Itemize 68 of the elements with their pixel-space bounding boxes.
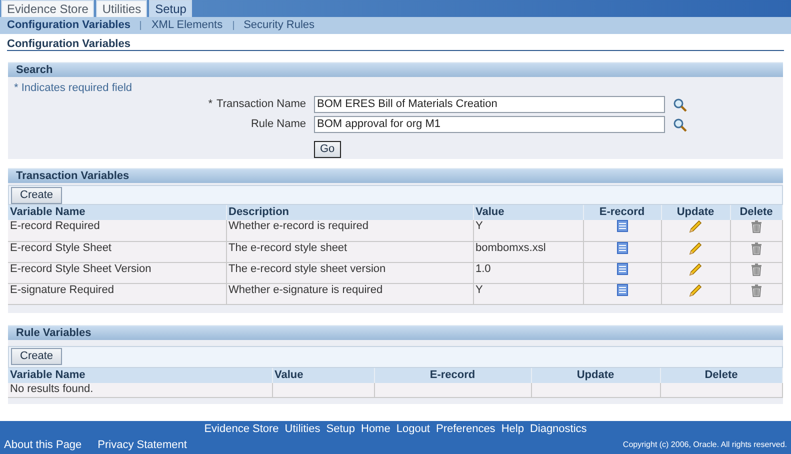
trash-icon[interactable] [750, 262, 762, 276]
footer-link[interactable]: Help [501, 421, 524, 438]
required-note: * Indicates required field [13, 82, 134, 95]
trash-icon[interactable] [750, 242, 762, 254]
pencil-icon[interactable] [689, 262, 702, 276]
document-icon[interactable] [616, 242, 628, 254]
create-button[interactable]: Create [11, 348, 62, 365]
text-field[interactable]: BOM approval for org M1 [314, 116, 665, 133]
table-cell: 1.0 [473, 262, 583, 283]
field-label: Transaction Name [216, 97, 306, 112]
table-cell: E-record Style Sheet Version [8, 262, 226, 283]
create-button[interactable]: Create [11, 186, 62, 204]
column-header: Delete [730, 205, 782, 220]
table-cell: Whether e-signature is required [226, 283, 473, 304]
tab[interactable]: Setup [149, 0, 192, 17]
table-cell: E-record Style Sheet [8, 241, 226, 262]
tab[interactable]: Utilities [96, 0, 148, 17]
table-cell: E-signature Required [8, 283, 226, 304]
column-header: Update [661, 205, 730, 220]
section-header: Rule Variables [8, 324, 783, 340]
table-cell: Y [473, 283, 583, 304]
subtab[interactable]: Configuration Variables [7, 17, 130, 34]
footer-link[interactable]: Preferences [436, 421, 496, 438]
document-icon[interactable] [616, 284, 628, 296]
column-header: Variable Name [8, 368, 272, 382]
table-cell: bombomxs.xsl [473, 241, 583, 262]
subtab[interactable]: Security Rules [244, 17, 315, 34]
search-icon[interactable] [673, 98, 687, 112]
footer-link[interactable]: Logout [396, 421, 430, 438]
column-header: Description [226, 205, 473, 220]
table-cell: Whether e-record is required [226, 220, 473, 241]
footer-link[interactable]: Evidence Store [204, 421, 279, 438]
table-cell: E-record Required [8, 220, 226, 241]
subtab[interactable]: XML Elements [151, 17, 223, 34]
column-header: E-record [583, 205, 661, 220]
column-header: Update [531, 368, 660, 382]
footer-link[interactable]: About this Page [4, 436, 82, 454]
table-cell: The e-record style sheet [226, 241, 473, 262]
document-icon[interactable] [616, 262, 628, 274]
trash-icon[interactable] [750, 220, 762, 233]
go-button[interactable]: Go [314, 141, 341, 158]
section-header: Transaction Variables [8, 168, 783, 183]
trash-icon[interactable] [750, 284, 762, 296]
footer-link[interactable]: Home [361, 421, 390, 438]
footer-link[interactable]: Privacy Statement [98, 436, 187, 454]
table-cell: Y [473, 220, 583, 241]
column-header: Value [473, 205, 583, 220]
document-icon[interactable] [616, 220, 628, 232]
text-field[interactable]: BOM ERES Bill of Materials Creation [314, 96, 665, 113]
pencil-icon[interactable] [689, 220, 702, 233]
tab[interactable]: Evidence Store [1, 0, 94, 17]
column-header: E-record [374, 368, 531, 382]
footer-link[interactable]: Utilities [284, 421, 320, 438]
pencil-icon[interactable] [689, 284, 702, 296]
table-cell: No results found. [8, 382, 272, 398]
copyright-text: Copyright (c) 2006, Oracle. All rights reserved. [622, 439, 787, 451]
column-header: Value [272, 368, 374, 382]
page-title: Configuration Variables [7, 38, 130, 50]
footer-link[interactable]: Diagnostics [530, 421, 587, 438]
column-header: Variable Name [8, 205, 226, 220]
required-mark: * [208, 97, 213, 112]
section-header: Search [8, 62, 783, 77]
pencil-icon[interactable] [689, 242, 702, 254]
field-label: Rule Name [250, 117, 306, 132]
table-cell: The e-record style sheet version [226, 262, 473, 283]
column-header: Delete [660, 368, 782, 382]
footer-link[interactable]: Setup [326, 421, 355, 438]
search-icon[interactable] [673, 118, 687, 132]
